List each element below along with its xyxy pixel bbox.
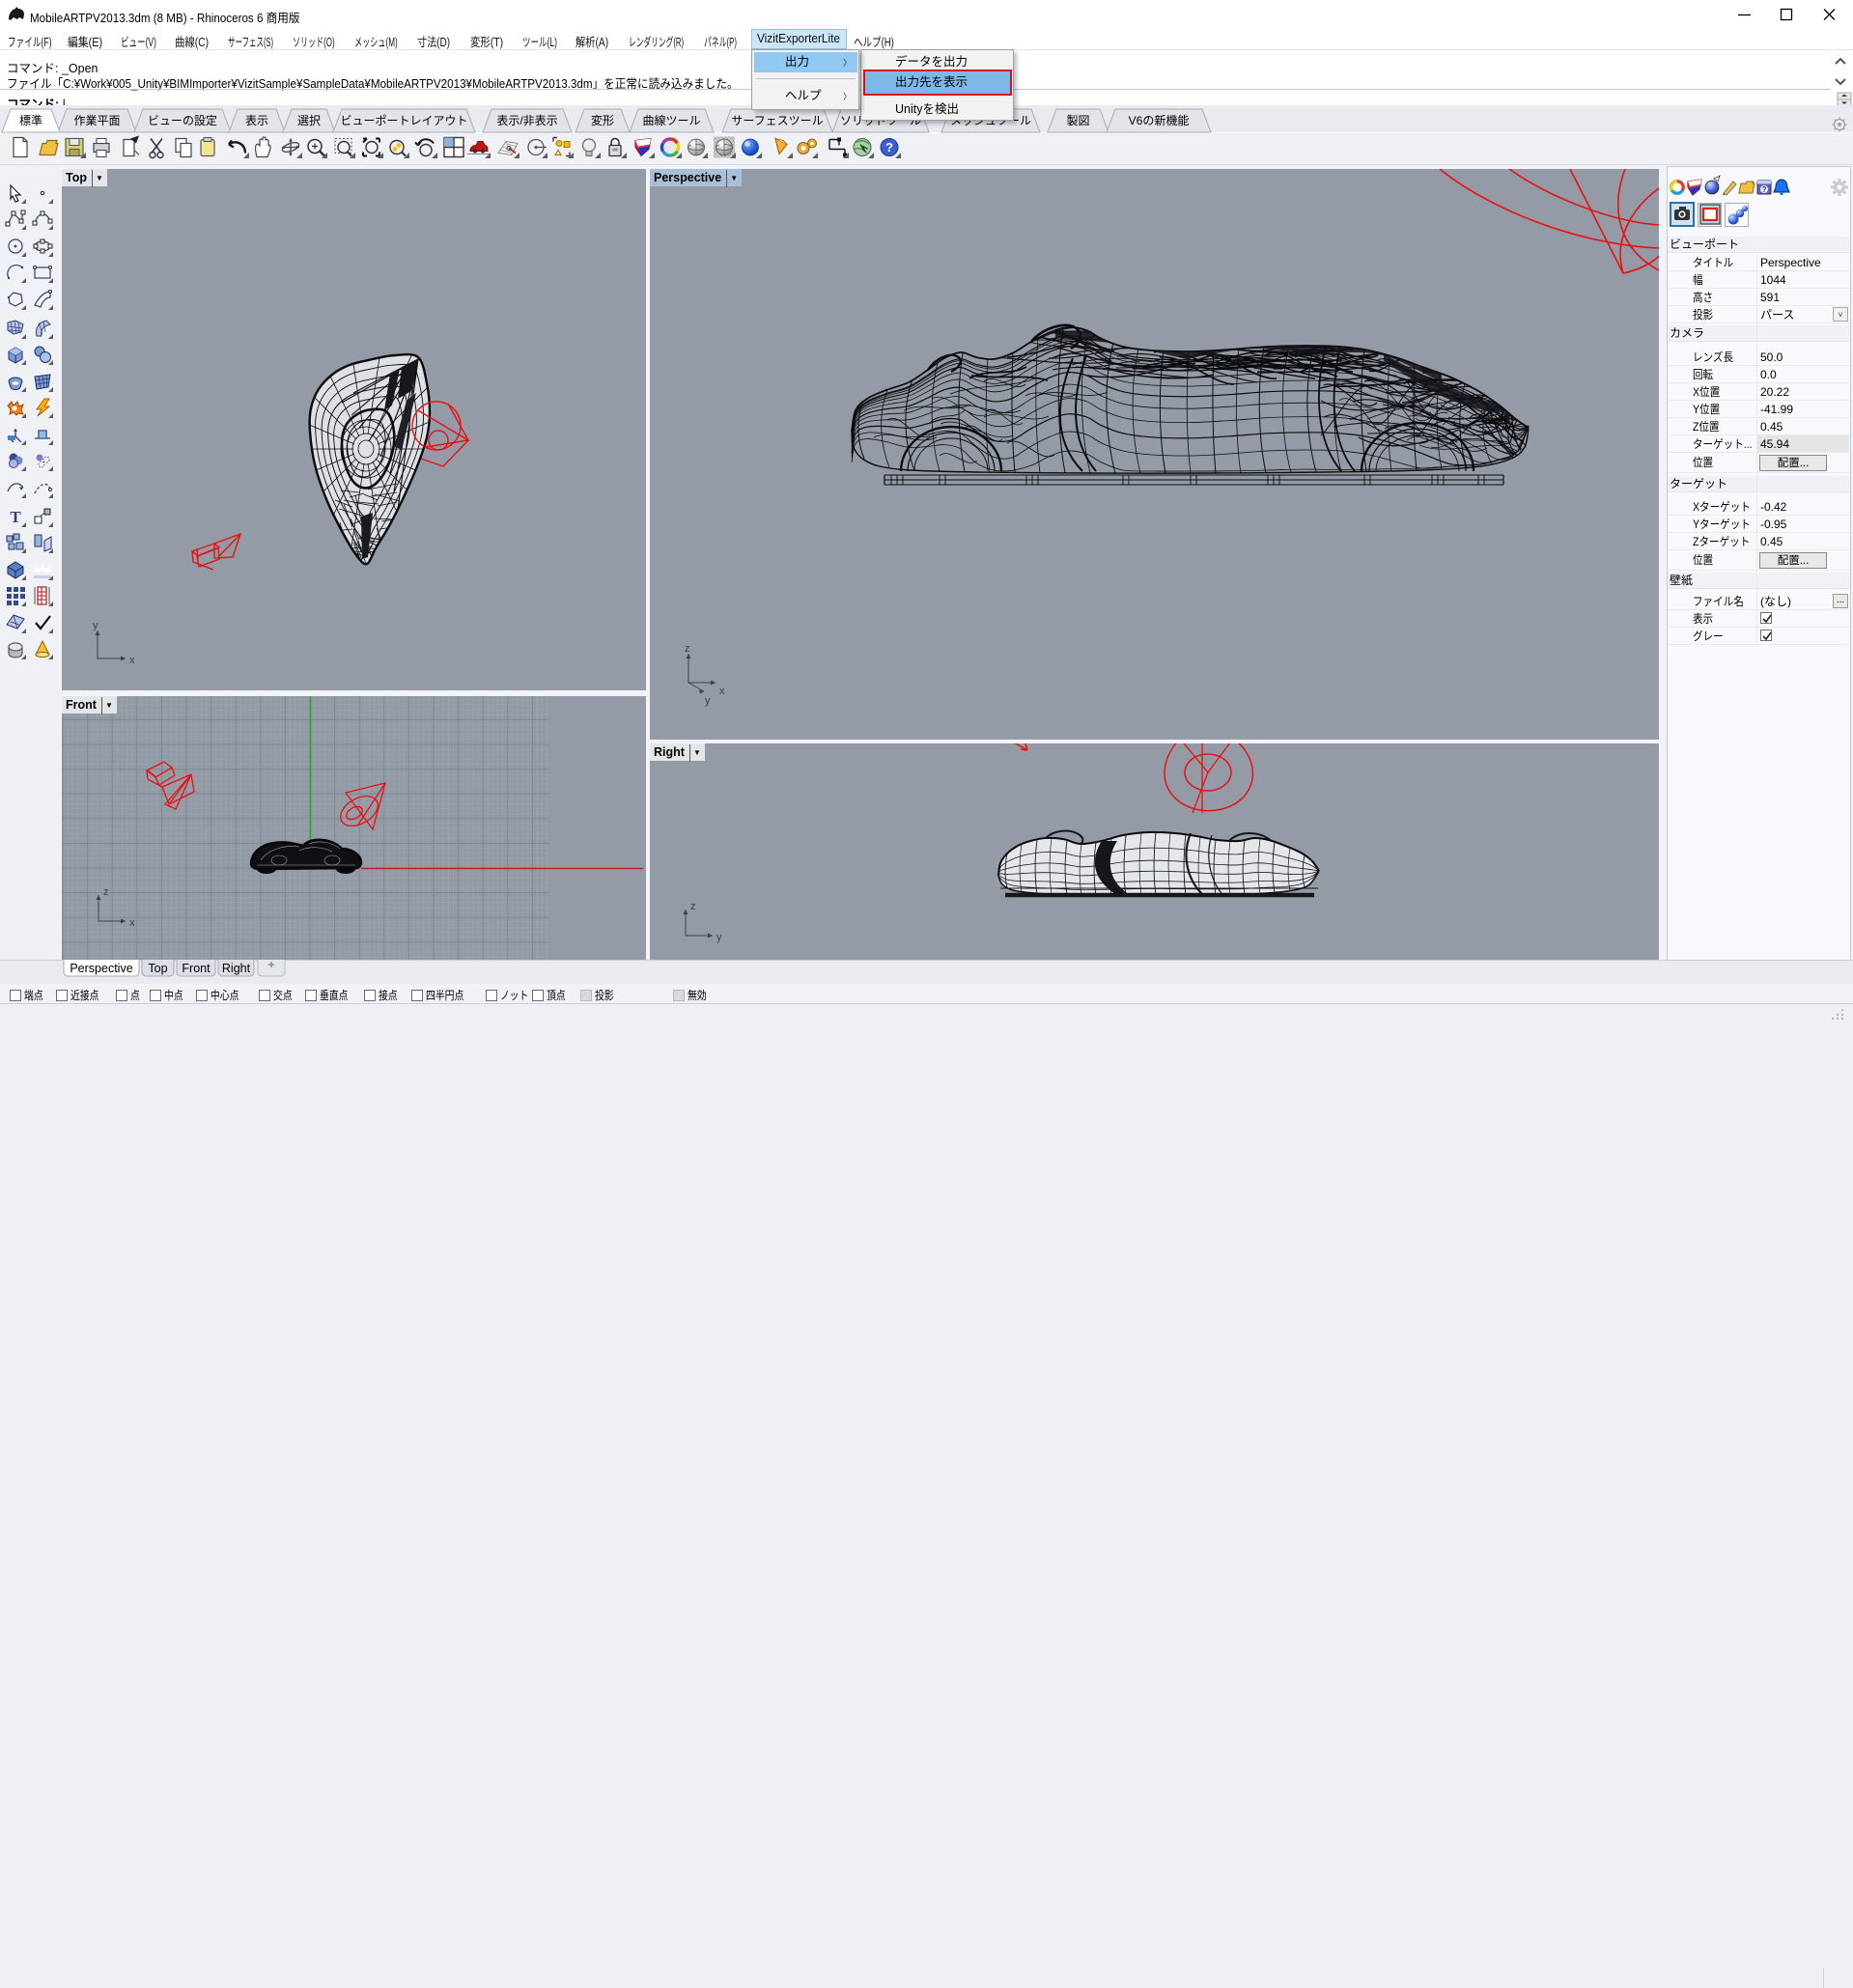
svg-text:y: y xyxy=(93,620,98,631)
svg-text:V6の新機能: V6の新機能 xyxy=(1129,114,1190,127)
svg-text:Top: Top xyxy=(148,962,167,975)
svg-text:x: x xyxy=(129,917,135,929)
svg-text:ビューの設定: ビューの設定 xyxy=(148,114,217,127)
svg-text:サーフェスツール: サーフェスツール xyxy=(731,114,823,127)
svg-text:y: y xyxy=(716,932,722,943)
svg-text:z: z xyxy=(103,886,109,898)
svg-text:ビューポートレイアウト: ビューポートレイアウト xyxy=(340,114,467,127)
svg-text:変形: 変形 xyxy=(591,113,614,127)
svg-text:選択: 選択 xyxy=(297,114,321,127)
svg-text:x: x xyxy=(129,655,135,666)
svg-text:y: y xyxy=(705,695,711,707)
svg-text:標準: 標準 xyxy=(19,113,42,127)
svg-text:製図: 製図 xyxy=(1066,114,1089,127)
svg-text:表示: 表示 xyxy=(245,114,268,127)
svg-text:T: T xyxy=(10,508,21,526)
svg-text:Perspective: Perspective xyxy=(70,962,132,975)
svg-text:曲線ツール: 曲線ツール xyxy=(642,113,700,127)
svg-text:Front: Front xyxy=(182,962,211,975)
svg-text:作業平面: 作業平面 xyxy=(73,114,120,127)
svg-text:z: z xyxy=(690,901,696,912)
svg-text:x: x xyxy=(719,686,725,697)
svg-text:?: ? xyxy=(1762,185,1767,194)
svg-text:?: ? xyxy=(885,140,893,154)
svg-text:表示/非表示: 表示/非表示 xyxy=(496,114,557,127)
svg-text:Right: Right xyxy=(222,962,251,975)
svg-text:z: z xyxy=(685,643,690,655)
